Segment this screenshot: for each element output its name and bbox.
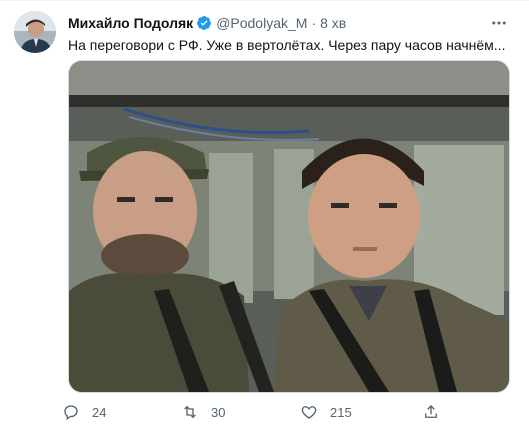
retweet-icon [184,405,196,419]
author-handle[interactable]: @Podolyak_M [216,14,307,32]
reply-icon [64,405,78,421]
tweet-actions: 24 30 215 [62,399,482,425]
reply-button[interactable]: 24 [62,399,106,425]
tweet-card[interactable]: Михайло Подоляк @Podolyak_M · 8 хв На пе… [0,0,529,432]
retweet-count: 30 [211,404,226,420]
share-icon [425,405,437,418]
tweet-header: Михайло Подоляк @Podolyak_M · 8 хв [68,13,489,33]
timestamp[interactable]: 8 хв [320,14,346,32]
like-button[interactable]: 215 [300,399,352,425]
share-button[interactable] [422,399,440,425]
author-name[interactable]: Михайло Подоляк [68,14,193,32]
reply-count: 24 [92,404,107,420]
tweet-photo[interactable] [68,60,510,393]
tweet-text: На переговори с РФ. Уже в вертолётах. Че… [68,37,506,53]
avatar[interactable] [14,11,56,53]
more-options-icon[interactable] [487,11,511,35]
verified-badge-icon [196,15,212,31]
retweet-button[interactable]: 30 [181,399,225,425]
separator-dot: · [311,15,317,31]
like-count: 215 [330,404,352,420]
heart-icon [301,406,317,419]
